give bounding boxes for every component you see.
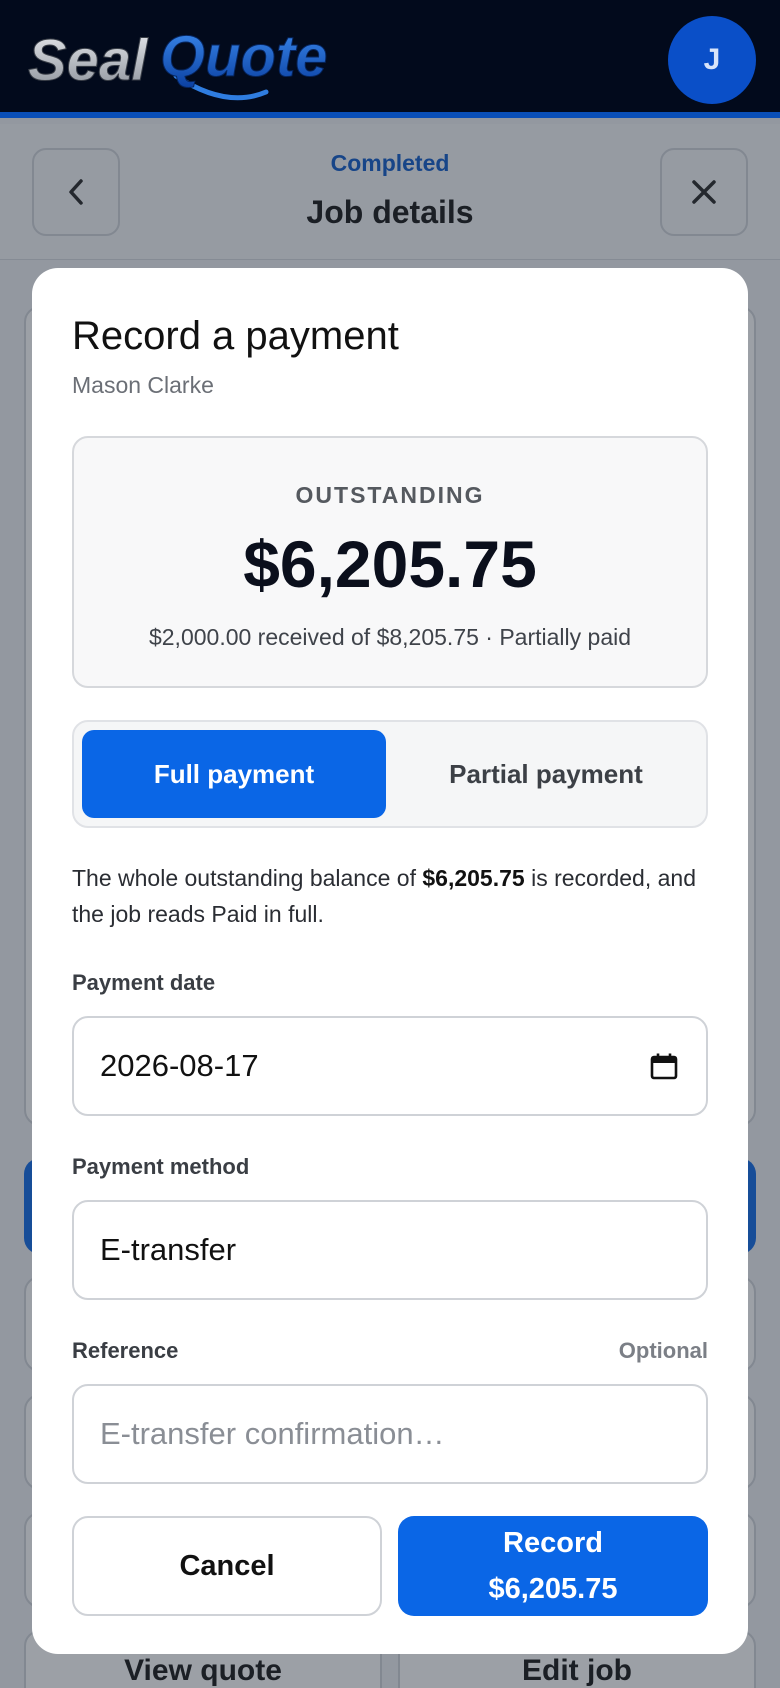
svg-text:Quote: Quote [160, 24, 328, 89]
payment-method-value: E-transfer [100, 1232, 237, 1267]
payment-method-label: Payment method [72, 1154, 250, 1179]
payment-method-select[interactable]: E-transfer [72, 1200, 708, 1300]
user-avatar[interactable]: J [668, 16, 756, 104]
partial-payment-option[interactable]: Partial payment [394, 730, 698, 818]
full-payment-option[interactable]: Full payment [82, 730, 386, 818]
payment-note: The whole outstanding balance of $6,205.… [72, 860, 712, 932]
reference-optional-tag: Optional [618, 1338, 708, 1363]
record-payment-modal: Record a payment Mason Clarke OUTSTANDIN… [32, 268, 748, 1654]
note-text-start: The whole outstanding balance of [72, 865, 423, 891]
reference-field [72, 1384, 708, 1484]
reference-input[interactable] [100, 1386, 680, 1482]
payment-date-label: Payment date [72, 970, 216, 995]
outstanding-label: OUTSTANDING [295, 482, 485, 508]
sealquote-logo[interactable]: Seal Quote [26, 14, 366, 106]
record-button-label: Record [503, 1527, 603, 1559]
svg-text:Seal: Seal [28, 28, 149, 93]
record-button-amount: $6,205.75 [488, 1573, 618, 1605]
outstanding-amount: $6,205.75 [243, 527, 537, 601]
payment-date-value: 2026-08-17 [100, 1048, 259, 1083]
customer-name: Mason Clarke [72, 372, 214, 398]
record-payment-button[interactable]: Record $6,205.75 [398, 1516, 708, 1616]
payment-progress-text: $2,000.00 received of $8,205.75 · Partia… [148, 624, 632, 650]
cancel-button[interactable]: Cancel [72, 1516, 382, 1616]
modal-title: Record a payment [72, 314, 399, 358]
payment-date-field[interactable]: 2026-08-17 [72, 1016, 708, 1116]
payment-type-toggle: Full payment Partial payment [72, 720, 708, 828]
outstanding-summary: OUTSTANDING $6,205.75 $2,000.00 received… [72, 436, 708, 688]
app-header: Seal Quote J [0, 0, 780, 118]
reference-label: Reference [72, 1338, 179, 1363]
note-amount: $6,205.75 [422, 865, 525, 891]
calendar-icon[interactable] [650, 1052, 678, 1080]
